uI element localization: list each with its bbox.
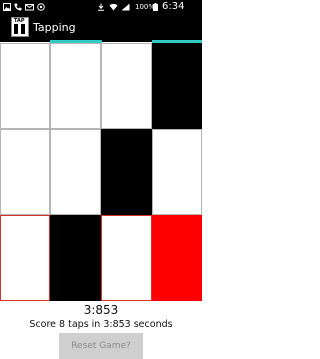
logo-key-icon	[14, 24, 18, 34]
score-text: Score 8 taps in 3:853 seconds	[29, 319, 173, 330]
tap-grid	[0, 43, 202, 301]
phone-icon	[14, 3, 22, 11]
download-icon	[97, 3, 105, 11]
signal-icon	[121, 3, 130, 11]
tile-white[interactable]	[0, 215, 50, 301]
battery-icon	[153, 3, 158, 11]
action-bar: TAP Tapping	[0, 14, 202, 42]
battery-percentage: 100%	[135, 3, 156, 11]
tile-red[interactable]	[152, 215, 202, 301]
tile-black[interactable]	[152, 43, 202, 129]
tile-white[interactable]	[50, 129, 101, 215]
tile-white[interactable]	[50, 43, 101, 129]
tile-black[interactable]	[101, 129, 152, 215]
wifi-icon	[109, 3, 118, 11]
tile-black[interactable]	[50, 215, 101, 301]
status-bar: 100% 6:34 AM	[0, 0, 202, 26]
image-icon	[3, 3, 11, 11]
app-title: Tapping	[33, 21, 76, 34]
tile-white[interactable]	[152, 129, 202, 215]
tile-white[interactable]	[0, 129, 50, 215]
tile-white[interactable]	[0, 43, 50, 129]
reset-game-button[interactable]: Reset Game?	[59, 333, 143, 359]
tile-white[interactable]	[101, 43, 152, 129]
app-logo-icon: TAP	[11, 17, 29, 37]
logo-key-icon	[21, 24, 25, 34]
notification-icon	[37, 3, 45, 11]
tile-white[interactable]	[101, 215, 152, 301]
timer-display: 3:853	[83, 303, 119, 317]
mail-icon	[25, 3, 34, 11]
